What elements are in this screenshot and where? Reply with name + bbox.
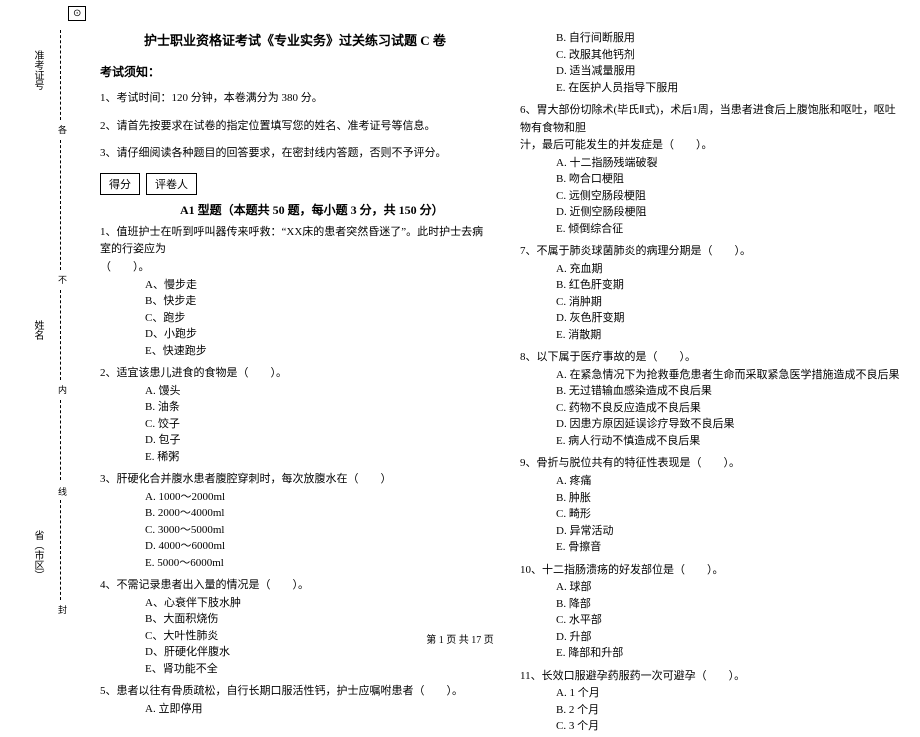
option: B. 2000～4000ml xyxy=(145,505,490,522)
question-4: 4、不需记录患者出入量的情况是（ ）。 A、心衰伴下肢水肿 B、大面积烧伤 C、… xyxy=(100,577,490,677)
seal-char: 内 xyxy=(55,385,69,394)
option: B. 红色肝变期 xyxy=(556,277,900,294)
question-stem: 5、患者以往有骨质疏松，自行长期口服活性钙，护士应嘱咐患者（ ）。 xyxy=(100,683,490,701)
seal-char: 封 xyxy=(55,605,69,614)
score-row: 得分 评卷人 xyxy=(100,173,490,195)
seal-char: 线 xyxy=(55,487,69,496)
field-name: 姓名 xyxy=(30,320,45,340)
seal-char: 各 xyxy=(55,125,69,134)
option: D. 异常活动 xyxy=(556,523,900,540)
question-7: 7、不属于肺炎球菌肺炎的病理分期是（ ）。 A. 充血期 B. 红色肝变期 C.… xyxy=(520,243,900,343)
option: C. 改服其他钙剂 xyxy=(556,47,900,64)
question-10: 10、十二指肠溃疡的好发部位是（ ）。 A. 球部 B. 降部 C. 水平部 D… xyxy=(520,562,900,662)
option: D. 适当减量服用 xyxy=(556,63,900,80)
option: C. 水平部 xyxy=(556,612,900,629)
option: C. 消肿期 xyxy=(556,294,900,311)
option: A. 立即停用 xyxy=(145,701,490,718)
question-stem: 4、不需记录患者出入量的情况是（ ）。 xyxy=(100,577,490,595)
question-stem: 7、不属于肺炎球菌肺炎的病理分期是（ ）。 xyxy=(520,243,900,261)
option: C. 远侧空肠段梗阻 xyxy=(556,188,900,205)
notice-item: 2、请首先按要求在试卷的指定位置填写您的姓名、准考证号等信息。 xyxy=(100,118,490,136)
notice-item: 3、请仔细阅读各种题目的回答要求，在密封线内答题，否则不予评分。 xyxy=(100,145,490,163)
option: E. 稀粥 xyxy=(145,449,490,466)
option: E、肾功能不全 xyxy=(145,661,490,678)
question-stem: （ ）。 xyxy=(100,259,490,277)
question-3: 3、肝硬化合并腹水患者腹腔穿刺时，每次放腹水在（ ） A. 1000～2000m… xyxy=(100,471,490,571)
seal-char: 不 xyxy=(55,275,69,284)
question-stem: 10、十二指肠溃疡的好发部位是（ ）。 xyxy=(520,562,900,580)
option: B. 肿胀 xyxy=(556,490,900,507)
exam-title: 护士职业资格证考试《专业实务》过关练习试题 C 卷 xyxy=(100,30,490,49)
option: C. 3 个月 xyxy=(556,718,900,735)
option: B. 油条 xyxy=(145,399,490,416)
option: A. 十二指肠残端破裂 xyxy=(556,155,900,172)
option: A. 疼痛 xyxy=(556,473,900,490)
option: A. 在紧急情况下为抢救垂危患者生命而采取紧急医学措施造成不良后果 xyxy=(556,367,900,384)
question-11: 11、长效口服避孕药服药一次可避孕（ ）。 A. 1 个月 B. 2 个月 C.… xyxy=(520,668,900,735)
option: C. 畸形 xyxy=(556,506,900,523)
option: D. 因患方原因延误诊疗导致不良后果 xyxy=(556,416,900,433)
question-1: 1、值班护士在听到呼叫器传来呼救：“XX床的患者突然昏迷了”。此时护士去病室的行… xyxy=(100,224,490,359)
option: E. 在医护人员指导下服用 xyxy=(556,80,900,97)
option: A. 球部 xyxy=(556,579,900,596)
option: D. 灰色肝变期 xyxy=(556,310,900,327)
question-stem: 11、长效口服避孕药服药一次可避孕（ ）。 xyxy=(520,668,900,686)
option: B. 自行间断服用 xyxy=(556,30,900,47)
option: C. 饺子 xyxy=(145,416,490,433)
option: A、心衰伴下肢水肿 xyxy=(145,595,490,612)
seal-line xyxy=(60,140,61,270)
option: D. 包子 xyxy=(145,432,490,449)
section-title: A1 型题（本题共 50 题，每小题 3 分，共 150 分） xyxy=(180,201,490,218)
option: A. 充血期 xyxy=(556,261,900,278)
option: A. 1 个月 xyxy=(556,685,900,702)
question-6: 6、胃大部份切除术(毕氏Ⅱ式)，术后1周，当患者进食后上腹饱胀和呕吐，呕吐物有食… xyxy=(520,102,900,237)
option: B. 2 个月 xyxy=(556,702,900,719)
option: E. 消散期 xyxy=(556,327,900,344)
question-stem: 汁，最后可能发生的并发症是（ ）。 xyxy=(520,137,900,155)
question-stem: 2、适宜该患儿进食的食物是（ ）。 xyxy=(100,365,490,383)
option: B、快步走 xyxy=(145,293,490,310)
option: B. 无过错输血感染造成不良后果 xyxy=(556,383,900,400)
question-stem: 9、骨折与脱位共有的特征性表现是（ ）。 xyxy=(520,455,900,473)
option: D、肝硬化伴腹水 xyxy=(145,644,490,661)
option: B、大面积烧伤 xyxy=(145,611,490,628)
option: C、跑步 xyxy=(145,310,490,327)
seal-line xyxy=(60,30,61,120)
option: E、快速跑步 xyxy=(145,343,490,360)
notice-item: 1、考试时间：120 分钟，本卷满分为 380 分。 xyxy=(100,90,490,108)
page-footer: 第 1 页 共 17 页 xyxy=(0,631,920,646)
option: D、小跑步 xyxy=(145,326,490,343)
option: A. 馒头 xyxy=(145,383,490,400)
option: E. 骨擦音 xyxy=(556,539,900,556)
question-5: 5、患者以往有骨质疏松，自行长期口服活性钙，护士应嘱咐患者（ ）。 A. 立即停… xyxy=(100,683,490,717)
question-2: 2、适宜该患儿进食的食物是（ ）。 A. 馒头 B. 油条 C. 饺子 D. 包… xyxy=(100,365,490,465)
option: C. 3000～5000ml xyxy=(145,522,490,539)
examiner-box: 评卷人 xyxy=(146,173,197,195)
question-stem: 1、值班护士在听到呼叫器传来呼救：“XX床的患者突然昏迷了”。此时护士去病室的行… xyxy=(100,224,490,259)
option: A. 1000～2000ml xyxy=(145,489,490,506)
field-exam-id: 准考证号 xyxy=(30,50,45,90)
question-stem: 8、以下属于医疗事故的是（ ）。 xyxy=(520,349,900,367)
option: E. 病人行动不慎造成不良后果 xyxy=(556,433,900,450)
option: A、慢步走 xyxy=(145,277,490,294)
option: B. 吻合口梗阻 xyxy=(556,171,900,188)
option: B. 降部 xyxy=(556,596,900,613)
seal-line xyxy=(60,290,61,380)
question-8: 8、以下属于医疗事故的是（ ）。 A. 在紧急情况下为抢救垂危患者生命而采取紧急… xyxy=(520,349,900,449)
question-stem: 3、肝硬化合并腹水患者腹腔穿刺时，每次放腹水在（ ） xyxy=(100,471,490,489)
option: C. 药物不良反应造成不良后果 xyxy=(556,400,900,417)
option: E. 降部和升部 xyxy=(556,645,900,662)
seal-line xyxy=(60,400,61,480)
option: E. 倾倒综合征 xyxy=(556,221,900,238)
question-9: 9、骨折与脱位共有的特征性表现是（ ）。 A. 疼痛 B. 肿胀 C. 畸形 D… xyxy=(520,455,900,555)
binding-margin: 准考证号 姓名 省（市区） 各 不 内 线 封 xyxy=(0,0,90,630)
option: D. 近侧空肠段梗阻 xyxy=(556,204,900,221)
notice-heading: 考试须知： xyxy=(100,63,490,80)
score-box: 得分 xyxy=(100,173,140,195)
field-province: 省（市区） xyxy=(30,530,45,580)
seal-line xyxy=(60,500,61,600)
option: E. 5000～6000ml xyxy=(145,555,490,572)
option: D. 4000～6000ml xyxy=(145,538,490,555)
question-stem: 6、胃大部份切除术(毕氏Ⅱ式)，术后1周，当患者进食后上腹饱胀和呕吐，呕吐物有食… xyxy=(520,102,900,137)
